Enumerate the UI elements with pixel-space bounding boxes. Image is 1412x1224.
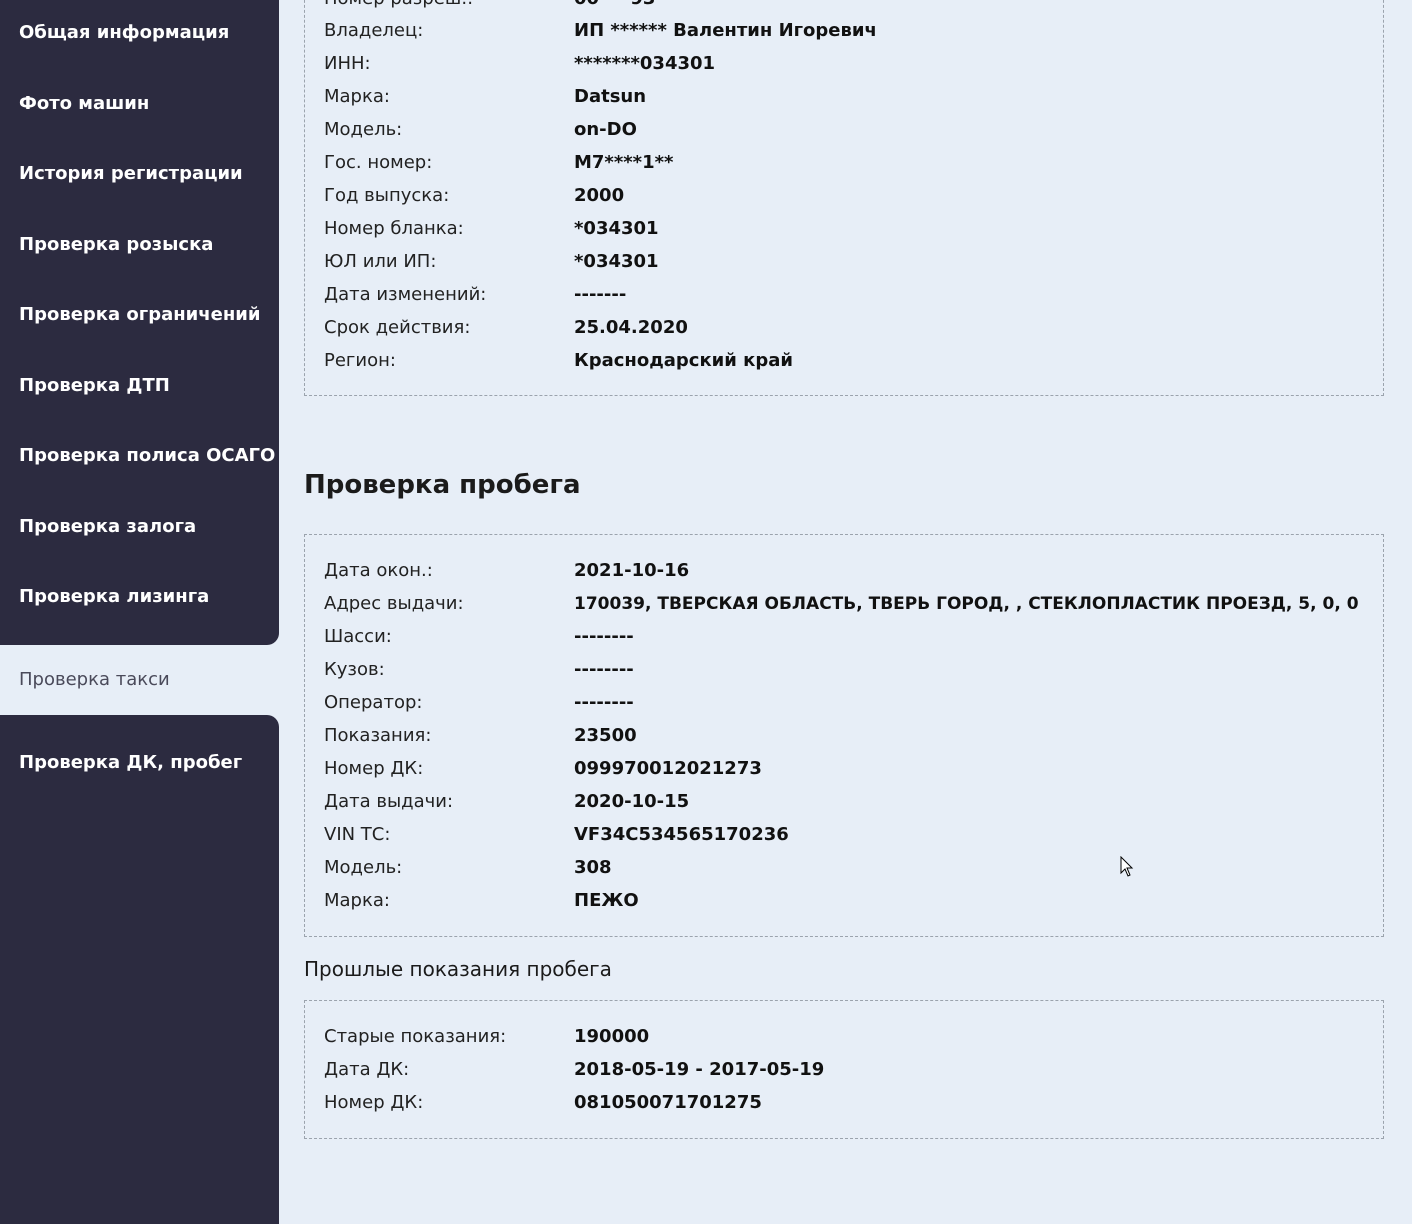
sidebar-item-wanted-check[interactable]: Проверка розыска [19, 234, 213, 256]
sidebar-item-car-photos[interactable]: Фото машин [19, 93, 149, 115]
mileage-section-title: Проверка пробега [304, 470, 581, 500]
page: Общая информация Фото машин История реги… [0, 0, 1412, 1224]
row-label: Гос. номер: [324, 152, 433, 173]
row-label: Модель: [324, 857, 403, 878]
row-value: М7****1** [574, 152, 674, 173]
row-value: 25.04.2020 [574, 317, 688, 338]
row-label: Дата выдачи: [324, 791, 454, 812]
sidebar-item-taxi-check[interactable]: Проверка такси [19, 669, 170, 691]
sidebar-item-osago-check[interactable]: Проверка полиса ОСАГО [19, 445, 275, 467]
row-label: Модель: [324, 119, 403, 140]
row-value: -------- [574, 692, 634, 713]
row-value: 308 [574, 857, 612, 878]
row-label: Регион: [324, 350, 396, 371]
sidebar-item-inspection-mileage[interactable]: Проверка ДК, пробег [19, 752, 242, 774]
row-label: Старые показания: [324, 1026, 507, 1047]
sidebar-panel-bottom [0, 715, 279, 1224]
past-mileage-box [304, 1000, 1384, 1139]
row-value: 00 ** 93 [574, 0, 655, 10]
row-value: 2018-05-19 - 2017-05-19 [574, 1059, 825, 1080]
sidebar-item-restrictions-check[interactable]: Проверка ограничений [19, 304, 261, 326]
row-label: ИНН: [324, 53, 371, 74]
row-value: 2020-10-15 [574, 791, 690, 812]
row-label: Марка: [324, 86, 390, 107]
row-value: ПЕЖО [574, 890, 639, 911]
row-value: 081050071701275 [574, 1092, 762, 1113]
sidebar-item-accident-check[interactable]: Проверка ДТП [19, 375, 170, 397]
arrow-cursor-icon [1120, 855, 1134, 882]
row-label: Марка: [324, 890, 390, 911]
row-label: Шасси: [324, 626, 392, 647]
row-label: Оператор: [324, 692, 423, 713]
row-value: 190000 [574, 1026, 650, 1047]
row-value: 2021-10-16 [574, 560, 690, 581]
row-value: Datsun [574, 86, 647, 107]
sidebar-item-leasing-check[interactable]: Проверка лизинга [19, 586, 209, 608]
row-value: on-DO [574, 119, 637, 140]
sidebar-item-general-info[interactable]: Общая информация [19, 22, 229, 44]
row-value: 23500 [574, 725, 637, 746]
row-label: Адрес выдачи: [324, 593, 464, 614]
row-value: -------- [574, 659, 634, 680]
row-label: ЮЛ или ИП: [324, 251, 437, 272]
row-label: Номер разреш.: [324, 0, 473, 10]
row-label: Кузов: [324, 659, 385, 680]
row-label: Срок действия: [324, 317, 471, 338]
row-label: Номер ДК: [324, 758, 424, 779]
row-value: 2000 [574, 185, 625, 206]
row-label: Дата изменений: [324, 284, 487, 305]
row-label: Номер ДК: [324, 1092, 424, 1113]
row-value: *034301 [574, 251, 659, 272]
past-mileage-title: Прошлые показания пробега [304, 957, 612, 981]
row-value: VF34C534565170236 [574, 824, 789, 845]
row-label: Номер бланка: [324, 218, 464, 239]
row-value: ИП ****** Валентин Игоревич [574, 20, 877, 41]
row-label: VIN ТС: [324, 824, 391, 845]
row-label: Дата ДК: [324, 1059, 410, 1080]
row-label: Дата окон.: [324, 560, 433, 581]
row-value: *034301 [574, 218, 659, 239]
row-value: Краснодарский край [574, 350, 794, 371]
row-value: ------- [574, 284, 627, 305]
row-value: 170039, ТВЕРСКАЯ ОБЛАСТЬ, ТВЕРЬ ГОРОД, ,… [574, 594, 1359, 614]
sidebar-item-registration-history[interactable]: История регистрации [19, 163, 243, 185]
sidebar-item-pledge-check[interactable]: Проверка залога [19, 516, 196, 538]
row-value: -------- [574, 626, 634, 647]
row-value: 099970012021273 [574, 758, 762, 779]
row-value: *******034301 [574, 53, 716, 74]
row-label: Владелец: [324, 20, 424, 41]
row-label: Показания: [324, 725, 432, 746]
row-label: Год выпуска: [324, 185, 450, 206]
